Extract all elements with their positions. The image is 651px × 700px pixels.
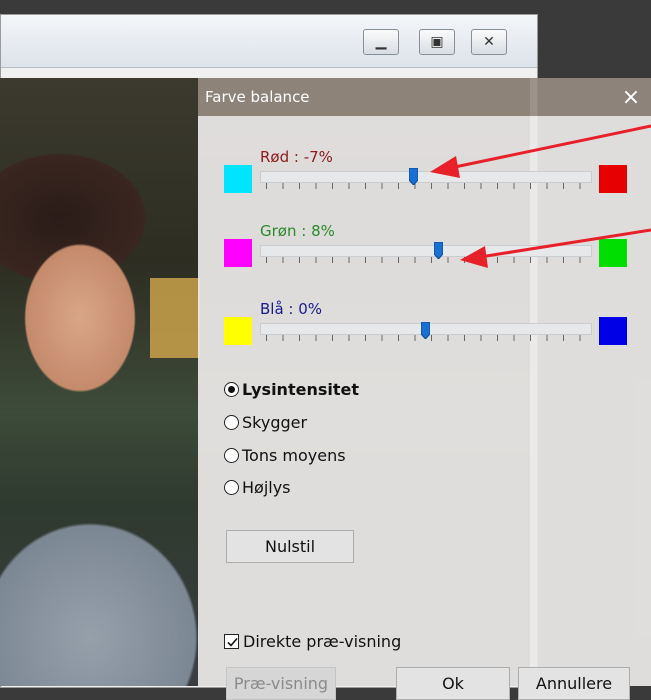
annotation-arrow-green	[460, 228, 651, 268]
annotation-arrows	[430, 124, 651, 268]
annotation-arrow-red	[430, 124, 651, 178]
